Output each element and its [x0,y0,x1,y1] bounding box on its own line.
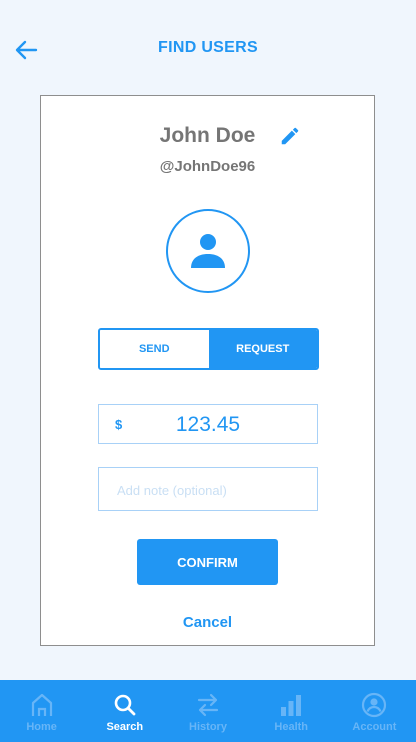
cancel-button[interactable]: Cancel [41,614,374,631]
user-handle: @JohnDoe96 [159,158,256,175]
tab-history[interactable]: History [166,680,249,742]
search-icon [114,694,136,716]
amount-value: 123.45 [175,413,241,436]
confirm-button[interactable]: CONFIRM [137,539,278,585]
send-request-toggle: SEND REQUEST [98,328,319,370]
bar-chart-icon [281,695,302,716]
request-toggle-button[interactable]: REQUEST [208,330,317,368]
tab-search[interactable]: Search [83,680,166,742]
tab-history-label: History [189,721,227,733]
tab-account-label: Account [352,721,397,733]
tab-health-label: Health [274,721,309,733]
tab-home-label: Home [26,721,57,733]
tab-health[interactable]: Health [250,680,333,742]
transfer-arrows-icon [197,693,219,717]
send-toggle-button[interactable]: SEND [100,330,209,368]
user-card: John Doe @JohnDoe96 SEND REQUEST $ 123.4… [40,95,375,646]
tab-home[interactable]: Home [0,680,83,742]
note-placeholder: Add note (optional) [117,483,227,498]
top-bar: FIND USERS [0,0,416,96]
home-icon [31,693,52,716]
pencil-icon[interactable] [279,125,301,147]
bottom-tab-bar: Home Search History Health Account [0,680,416,742]
page-title: FIND USERS [158,39,258,56]
tab-account[interactable]: Account [333,680,416,742]
account-circle-icon [362,692,387,718]
person-icon [191,234,225,268]
avatar [166,209,250,293]
user-name: John Doe [159,124,256,147]
tab-search-label: Search [106,721,144,733]
note-input[interactable]: Add note (optional) [98,467,318,511]
amount-input[interactable]: $ 123.45 [98,404,318,444]
